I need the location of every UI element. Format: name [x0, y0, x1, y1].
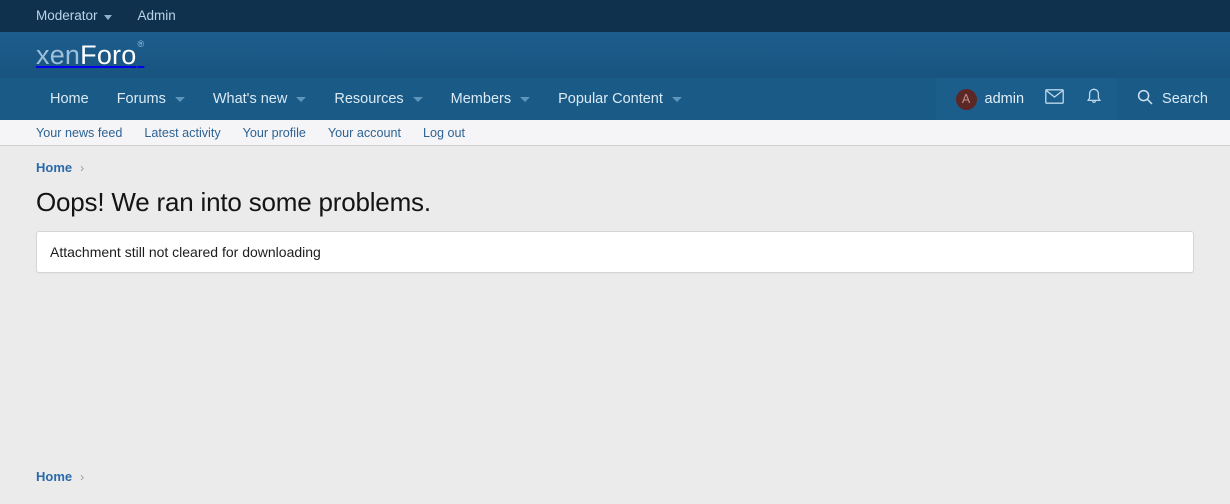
chevron-down-icon[interactable] — [672, 97, 682, 102]
nav-item-label: Home — [50, 91, 89, 107]
subnav-item-latest-activity[interactable]: Latest activity — [144, 126, 220, 140]
nav-item-label: Popular Content — [558, 91, 663, 107]
chevron-down-icon[interactable] — [520, 97, 530, 102]
breadcrumb-separator-icon: › — [80, 470, 84, 484]
topbar-item-label: Moderator — [36, 0, 98, 32]
nav-item-label: What's new — [213, 91, 288, 107]
subnav-item-your-profile[interactable]: Your profile — [243, 126, 306, 140]
topbar-item-label: Admin — [138, 0, 176, 32]
nav-item-whats-new[interactable]: What's new — [199, 78, 321, 120]
error-message-text: Attachment still not cleared for downloa… — [50, 244, 321, 260]
chevron-down-icon[interactable] — [175, 97, 185, 102]
bell-icon — [1086, 88, 1102, 110]
page-title: Oops! We ran into some problems. — [36, 187, 1194, 218]
nav-item-label: Resources — [334, 91, 403, 107]
chevron-down-icon[interactable] — [413, 97, 423, 102]
search-label: Search — [1162, 91, 1208, 107]
breadcrumb: Home › — [36, 146, 1194, 179]
topbar-item-admin[interactable]: Admin — [138, 0, 176, 32]
logo-text-foro: Foro — [80, 40, 136, 70]
site-header: xenForo® — [0, 32, 1230, 78]
nav-item-label: Forums — [117, 91, 166, 107]
breadcrumb-separator-icon: › — [80, 161, 84, 175]
chevron-down-icon[interactable] — [296, 97, 306, 102]
nav-item-resources[interactable]: Resources — [320, 78, 436, 120]
breadcrumb-item-home[interactable]: Home — [36, 160, 72, 175]
nav-item-members[interactable]: Members — [437, 78, 544, 120]
error-message-box: Attachment still not cleared for downloa… — [36, 231, 1194, 273]
account-menu-trigger[interactable]: A admin — [946, 89, 1035, 110]
search-icon — [1137, 89, 1153, 109]
footer-breadcrumb: Home › — [0, 469, 120, 484]
envelope-icon — [1045, 89, 1064, 109]
nav-item-popular-content[interactable]: Popular Content — [544, 78, 696, 120]
nav-right-group: A admin — [936, 78, 1230, 120]
account-block: A admin — [936, 78, 1118, 120]
nav-item-forums[interactable]: Forums — [103, 78, 199, 120]
search-button[interactable]: Search — [1117, 78, 1230, 120]
avatar: A — [956, 89, 977, 110]
topbar-item-moderator[interactable]: Moderator — [36, 0, 112, 32]
nav-items-group: Home Forums What's new Resources Members… — [36, 78, 696, 120]
trademark-icon: ® — [137, 39, 144, 49]
main-navigation: Home Forums What's new Resources Members… — [0, 78, 1230, 120]
site-logo[interactable]: xenForo® — [36, 40, 143, 71]
footer-breadcrumb-item-home[interactable]: Home — [36, 469, 72, 484]
subnav-item-log-out[interactable]: Log out — [423, 126, 465, 140]
chevron-down-icon — [104, 15, 112, 20]
alerts-button[interactable] — [1075, 78, 1113, 120]
main-content: Home › Oops! We ran into some problems. … — [0, 146, 1230, 473]
username-label: admin — [985, 91, 1025, 107]
nav-item-home[interactable]: Home — [36, 78, 103, 120]
subnav-item-your-account[interactable]: Your account — [328, 126, 401, 140]
content-spacer — [36, 273, 1194, 473]
inbox-button[interactable] — [1034, 78, 1075, 120]
subnav-item-your-news-feed[interactable]: Your news feed — [36, 126, 122, 140]
nav-item-label: Members — [451, 91, 511, 107]
logo-text-xen: xen — [36, 40, 80, 70]
top-utility-bar: Moderator Admin — [0, 0, 1230, 32]
secondary-navigation: Your news feed Latest activity Your prof… — [0, 120, 1230, 146]
